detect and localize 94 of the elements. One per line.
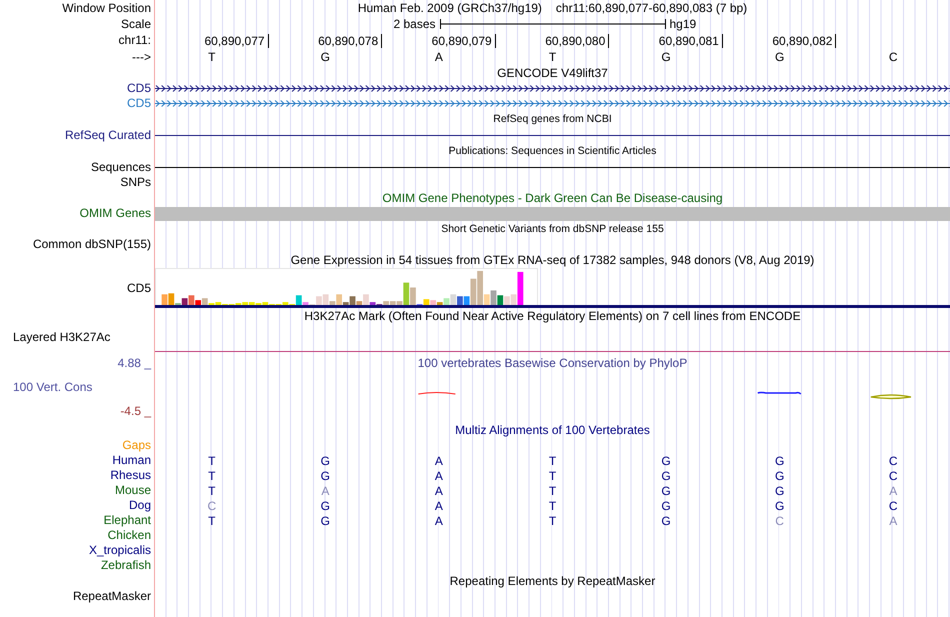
- coordinate-label: 60,890,079: [432, 34, 496, 48]
- sequence-base: C: [888, 50, 898, 64]
- alignment-base: G: [320, 454, 330, 468]
- alignment-base: C: [888, 454, 898, 468]
- alignment-base: T: [208, 514, 216, 528]
- alignment-base: G: [774, 468, 784, 482]
- expression-bars-drawing[interactable]: [155, 268, 538, 305]
- track-title: Repeating Elements by RepeatMasker: [450, 573, 656, 589]
- track-label[interactable]: Human: [112, 453, 151, 468]
- alignment-base: T: [208, 454, 216, 468]
- alignment-base: T: [548, 484, 556, 498]
- sequence-base: G: [774, 50, 784, 64]
- assembly-text: hg19: [670, 17, 696, 31]
- alignment-base: A: [321, 484, 330, 498]
- axis-max-label: 4.88 _: [118, 356, 151, 370]
- alignment-base: G: [661, 498, 671, 512]
- sequence-base: T: [548, 50, 556, 64]
- track-label[interactable]: Dog: [128, 498, 151, 513]
- alignment-base: G: [320, 468, 330, 482]
- track-label[interactable]: Zebrafish: [100, 558, 151, 573]
- signal-trace: [870, 394, 912, 400]
- alignment-base: A: [889, 514, 898, 528]
- track-label[interactable]: Rhesus: [110, 468, 151, 483]
- alignment-base: C: [888, 498, 898, 512]
- track-label[interactable]: CD5: [126, 96, 151, 111]
- scale-text: 2 bases: [393, 17, 436, 31]
- track-title: 100 vertebrates Basewise Conservation by PhyloP: [418, 355, 688, 371]
- track-label[interactable]: OMIM Genes: [80, 206, 151, 221]
- alignment-base: G: [661, 454, 671, 468]
- track-label[interactable]: chr11:: [118, 33, 151, 48]
- alignment-base: G: [661, 514, 671, 528]
- alignment-base: A: [434, 468, 443, 482]
- signal-trace: [418, 392, 456, 394]
- alignment-base: G: [320, 514, 330, 528]
- alignment-base: T: [208, 484, 216, 498]
- track-title: OMIM Gene Phenotypes - Dark Green Can Be Disease-causing: [382, 190, 723, 206]
- track-label[interactable]: Sequences: [90, 160, 151, 174]
- track-label[interactable]: Scale: [120, 16, 151, 32]
- alignment-base: A: [889, 484, 898, 498]
- gene-strand-drawing[interactable]: [155, 84, 950, 93]
- track-label[interactable]: Layered H3K27Ac: [13, 330, 110, 345]
- track-label[interactable]: 100 Vert. Cons: [13, 380, 92, 394]
- sequence-base: T: [208, 50, 216, 64]
- sequence-base: A: [434, 50, 443, 64]
- alignment-base: G: [661, 468, 671, 482]
- track-title: H3K27Ac Mark (Often Found Near Active Regulatory Elements) on 7 cell lines from ENCODE: [304, 308, 801, 324]
- alignment-base: C: [207, 498, 216, 512]
- coordinate-label: 60,890,077: [204, 34, 269, 48]
- track-title: Short Genetic Variants from dbSNP release 155: [441, 222, 664, 237]
- feature-line[interactable]: [155, 134, 950, 136]
- alignment-base: G: [774, 454, 784, 468]
- track-title: Gene Expression in 54 tissues from GTEx RNA-seq of 17382 samples, 948 donors (V8, Aug 2019): [290, 252, 814, 268]
- feature-line[interactable]: [155, 166, 950, 168]
- coordinate-label: 60,890,081: [658, 34, 723, 48]
- track-title: RefSeq genes from NCBI: [493, 112, 612, 127]
- signal-trace: [758, 392, 802, 395]
- sequence-base: G: [320, 50, 330, 64]
- track-label[interactable]: Elephant: [104, 513, 151, 528]
- alignment-base: A: [434, 484, 443, 498]
- track-label[interactable]: RepeatMasker: [72, 589, 151, 604]
- alignment-base: G: [774, 484, 784, 498]
- alignment-base: T: [548, 468, 556, 482]
- track-label[interactable]: Common dbSNP(155): [32, 237, 151, 252]
- coordinate-label: 60,890,080: [545, 34, 610, 48]
- track-title: Multiz Alignments of 100 Vertebrates: [455, 422, 650, 438]
- alignment-base: C: [775, 514, 784, 528]
- track-title: Publications: Sequences in Scientific Articles: [448, 144, 656, 159]
- track-label[interactable]: CD5: [126, 81, 151, 96]
- sequence-base: G: [661, 50, 671, 64]
- track-title: GENCODE V49lift37: [497, 65, 608, 81]
- alignment-base: C: [888, 468, 898, 482]
- coordinate-label: 60,890,078: [318, 34, 382, 48]
- alignment-base: T: [548, 498, 556, 512]
- track-label[interactable]: CD5: [126, 280, 151, 296]
- track-label[interactable]: Chicken: [108, 528, 151, 543]
- alignment-base: T: [548, 514, 556, 528]
- alignment-base: G: [774, 498, 784, 512]
- alignment-base: G: [320, 498, 330, 512]
- track-label[interactable]: --->: [132, 50, 151, 64]
- track-label[interactable]: X_tropicalis: [88, 543, 151, 558]
- alignment-base: A: [434, 498, 443, 512]
- alignment-base: A: [434, 454, 443, 468]
- alignment-base: T: [548, 454, 556, 468]
- alignment-base: G: [661, 484, 671, 498]
- assembly-title: Human Feb. 2009 (GRCh37/hg19): [358, 1, 542, 15]
- track-label[interactable]: RefSeq Curated: [64, 128, 151, 142]
- position-text: chr11:60,890,077-60,890,083 (7 bp): [556, 1, 748, 15]
- track-label[interactable]: Window Position: [62, 0, 151, 16]
- track-label[interactable]: Mouse: [114, 483, 151, 498]
- track-label[interactable]: SNPs: [120, 175, 151, 190]
- alignment-base: T: [208, 468, 216, 482]
- axis-min-label: -4.5 _: [120, 404, 151, 418]
- alignment-base: A: [434, 514, 443, 528]
- coordinate-label: 60,890,082: [772, 34, 836, 48]
